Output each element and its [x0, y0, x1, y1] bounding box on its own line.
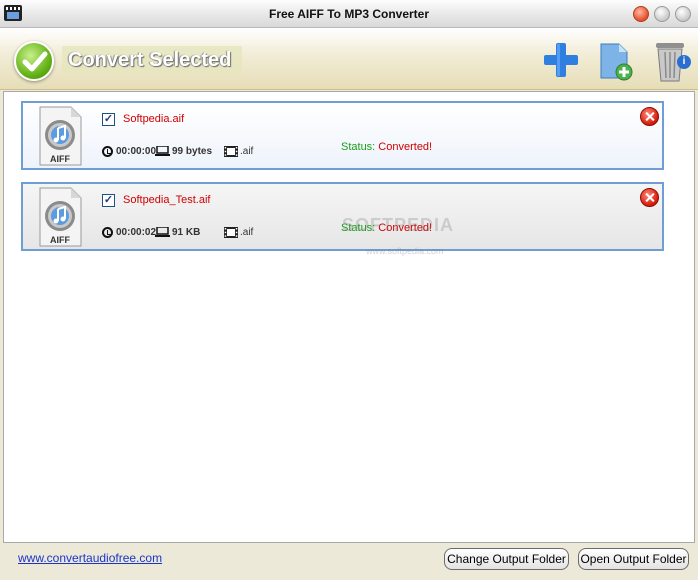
watermark: SOFTPEDIA [342, 215, 455, 235]
file-extension: .aif [240, 146, 254, 157]
file-size: 91 KB [172, 227, 201, 238]
film-icon [224, 146, 238, 157]
file-type-label: AIFF [50, 235, 70, 245]
remove-file-button[interactable] [640, 188, 659, 207]
file-checkbox[interactable]: ✓ [102, 113, 115, 126]
aiff-file-icon: AIFF [37, 186, 83, 248]
convert-selected-button[interactable]: Convert Selected [62, 46, 242, 76]
website-link[interactable]: www.convertaudiofree.com [18, 551, 162, 565]
bottom-bar: www.convertaudiofree.com Change Output F… [0, 543, 698, 580]
file-extension: .aif [240, 227, 254, 238]
file-duration: 00:00:00 [116, 146, 157, 157]
window-title: Free AIFF To MP3 Converter [268, 7, 430, 21]
file-type-label: AIFF [50, 154, 70, 164]
open-output-folder-button[interactable]: Open Output Folder [578, 548, 689, 570]
laptop-icon [155, 227, 170, 237]
check-circle-icon[interactable] [14, 41, 54, 81]
file-checkbox[interactable]: ✓ [102, 194, 115, 207]
remove-file-button[interactable] [640, 107, 659, 126]
file-name: Softpedia.aif [123, 113, 185, 125]
toolbar: Convert Selected i [0, 28, 698, 90]
change-output-folder-button[interactable]: Change Output Folder [444, 548, 569, 570]
clock-icon [102, 146, 113, 157]
file-status: Status: Converted! [341, 141, 432, 153]
watermark-url: www.softpedia.com [366, 246, 444, 256]
file-list: AIFF ✓ Softpedia.aif 00:00:00 99 bytes .… [3, 91, 695, 543]
aiff-file-icon: AIFF [37, 105, 83, 167]
laptop-icon [155, 146, 170, 156]
file-size: 99 bytes [172, 146, 213, 157]
file-row[interactable]: AIFF ✓ Softpedia.aif 00:00:00 99 bytes .… [21, 101, 664, 170]
info-icon[interactable]: i [677, 55, 691, 69]
title-bar: Free AIFF To MP3 Converter [0, 0, 698, 28]
add-folder-icon[interactable] [597, 40, 637, 82]
file-duration: 00:00:02 [116, 227, 157, 238]
maximize-button[interactable] [654, 6, 670, 22]
add-file-icon[interactable] [541, 40, 581, 80]
status-label: Status: [341, 141, 379, 153]
status-value: Converted! [378, 141, 433, 153]
film-icon [224, 227, 238, 238]
file-name: Softpedia_Test.aif [123, 194, 211, 206]
close-button[interactable] [675, 6, 691, 22]
minimize-button[interactable] [633, 6, 649, 22]
clock-icon [102, 227, 113, 238]
